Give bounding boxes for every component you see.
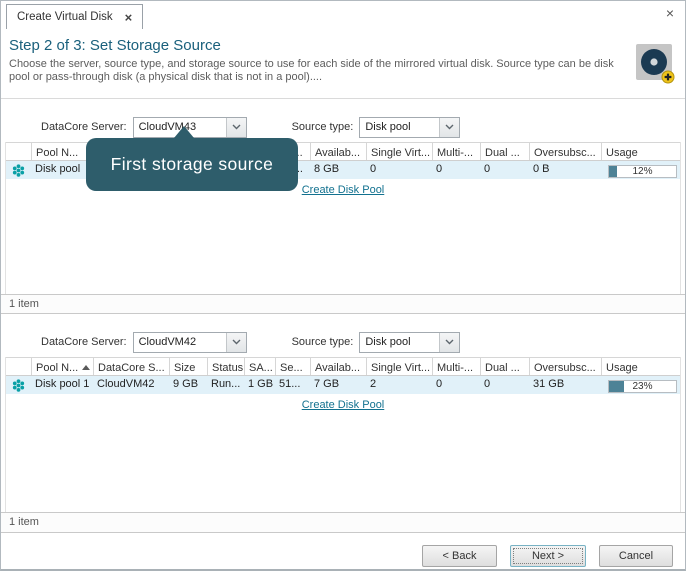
source-type-dropdown-2-value: Disk pool <box>360 333 439 352</box>
cell-available: 7 GB <box>310 376 366 394</box>
page-description: Choose the server, source type, and stor… <box>9 58 621 84</box>
disk-pool-icon <box>6 376 31 394</box>
cancel-button[interactable]: Cancel <box>599 545 673 567</box>
cell-usage: 12% <box>601 161 680 179</box>
cell-multi: 0 <box>432 161 480 179</box>
column-header-single[interactable]: Single Virt... <box>366 143 432 160</box>
create-disk-pool-link[interactable]: Create Disk Pool <box>302 399 385 411</box>
source-type-dropdown-2[interactable]: Disk pool <box>359 332 460 353</box>
next-button[interactable]: Next > <box>510 545 586 567</box>
column-header-oversubscribed[interactable]: Oversubsc... <box>529 358 601 375</box>
section2-controls: DataCore Server: CloudVM42 Source type: … <box>1 327 685 357</box>
cell-single: 0 <box>366 161 432 179</box>
cell-oversubscribed: 31 GB <box>529 376 601 394</box>
chevron-down-icon[interactable] <box>439 333 459 352</box>
tab-title: Create Virtual Disk <box>17 11 113 23</box>
virtual-disk-add-icon <box>635 42 675 89</box>
column-header-dual[interactable]: Dual ... <box>480 358 529 375</box>
cell-se: 51... <box>275 376 310 394</box>
source-type-dropdown-1[interactable]: Disk pool <box>359 117 460 138</box>
cell-status: Run... <box>207 376 244 394</box>
column-header-multi[interactable]: Multi-... <box>432 143 480 160</box>
pool-table-2: Pool N... DataCore S... Size Status SA..… <box>5 357 681 512</box>
table-row[interactable]: Disk pool 1 CloudVM42 9 GB Run... 1 GB 5… <box>6 376 680 394</box>
column-header-available[interactable]: Availab... <box>310 143 366 160</box>
column-header-usage[interactable]: Usage <box>601 358 680 375</box>
create-virtual-disk-dialog: Create Virtual Disk × × Step 2 of 3: Set… <box>0 0 686 571</box>
column-header-se[interactable]: Se... <box>275 358 310 375</box>
item-count-1: 1 item <box>1 294 685 314</box>
column-header-available[interactable]: Availab... <box>310 358 366 375</box>
back-button[interactable]: < Back <box>422 545 497 567</box>
column-header-icon <box>6 143 31 160</box>
column-header-usage[interactable]: Usage <box>601 143 680 160</box>
usage-meter: 12% <box>608 165 677 178</box>
cell-dual: 0 <box>480 376 529 394</box>
table-empty-area <box>6 201 680 294</box>
tab-create-virtual-disk[interactable]: Create Virtual Disk × <box>6 4 143 29</box>
chevron-down-icon[interactable] <box>439 118 459 137</box>
column-header-multi[interactable]: Multi-... <box>432 358 480 375</box>
cell-usage: 23% <box>601 376 680 394</box>
column-header-dual[interactable]: Dual ... <box>480 143 529 160</box>
cell-pool-name: Disk pool <box>31 161 93 179</box>
dialog-close-icon[interactable]: × <box>666 6 674 20</box>
column-header-single[interactable]: Single Virt... <box>366 358 432 375</box>
column-header-server[interactable]: DataCore S... <box>93 358 169 375</box>
column-header-oversubscribed[interactable]: Oversubsc... <box>529 143 601 160</box>
column-header-icon <box>6 358 31 375</box>
cell-server: CloudVM42 <box>93 376 169 394</box>
page-title: Step 2 of 3: Set Storage Source <box>9 37 685 54</box>
cell-oversubscribed: 0 B <box>529 161 601 179</box>
pool-table-2-header: Pool N... DataCore S... Size Status SA..… <box>6 357 680 376</box>
disk-pool-icon <box>6 161 31 179</box>
wizard-header: Step 2 of 3: Set Storage Source Choose t… <box>1 37 685 99</box>
server-label: DataCore Server: <box>41 121 127 133</box>
tab-close-icon[interactable]: × <box>125 11 133 24</box>
source-type-label: Source type: <box>292 336 354 348</box>
first-storage-source-tooltip: First storage source <box>86 138 298 191</box>
cell-size: 9 GB <box>169 376 207 394</box>
sort-ascending-icon <box>82 365 90 370</box>
wizard-footer: < Back Next > Cancel <box>1 533 685 571</box>
column-header-pool-name[interactable]: Pool N... <box>31 143 93 160</box>
cell-available: 8 GB <box>310 161 366 179</box>
usage-value: 23% <box>609 381 676 392</box>
usage-meter: 23% <box>608 380 677 393</box>
source-type-dropdown-1-value: Disk pool <box>360 118 439 137</box>
item-count-2: 1 item <box>1 512 685 533</box>
column-header-pool-name[interactable]: Pool N... <box>31 358 93 375</box>
cell-multi: 0 <box>432 376 480 394</box>
cell-dual: 0 <box>480 161 529 179</box>
column-header-sa[interactable]: SA... <box>244 358 275 375</box>
source-type-label: Source type: <box>292 121 354 133</box>
table-empty-area <box>6 416 680 512</box>
cell-pool-name: Disk pool 1 <box>31 376 93 394</box>
server-label: DataCore Server: <box>41 336 127 348</box>
column-header-size[interactable]: Size <box>169 358 207 375</box>
tab-bar: Create Virtual Disk × × <box>1 1 685 29</box>
create-disk-pool-link[interactable]: Create Disk Pool <box>302 184 385 196</box>
cell-single: 2 <box>366 376 432 394</box>
server-dropdown-2-value: CloudVM42 <box>134 333 226 352</box>
column-header-status[interactable]: Status <box>207 358 244 375</box>
chevron-down-icon[interactable] <box>226 118 246 137</box>
cell-sa: 1 GB <box>244 376 275 394</box>
chevron-down-icon[interactable] <box>226 333 246 352</box>
usage-value: 12% <box>609 166 676 177</box>
server-dropdown-2[interactable]: CloudVM42 <box>133 332 247 353</box>
